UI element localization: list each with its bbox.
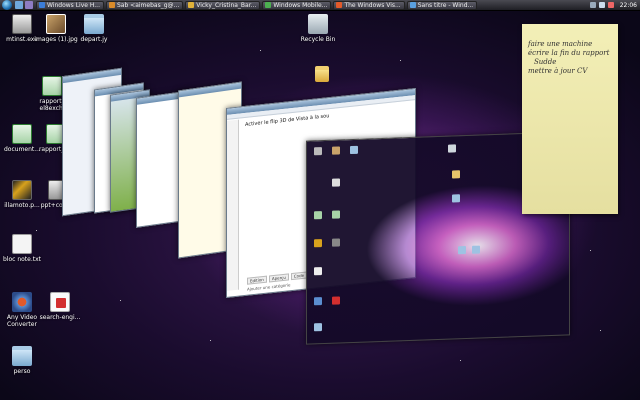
mini-desktop-icon (451, 194, 461, 203)
mini-desktop-icon (451, 170, 461, 179)
tab-code[interactable]: Code (290, 271, 308, 281)
sticky-note-line: Sudde (534, 58, 557, 66)
mini-desktop-icon (471, 245, 481, 254)
mini-desktop-icon (331, 296, 341, 305)
mini-desktop-icon (331, 210, 341, 219)
mini-desktop-icon (313, 239, 323, 248)
mini-desktop-icon (447, 144, 457, 153)
tab-edition[interactable]: Edition (247, 275, 267, 285)
sticky-note[interactable]: faire une machine écrire la fin du rappo… (522, 24, 618, 214)
mini-desktop-icon (457, 246, 467, 255)
mini-desktop-icon (313, 147, 323, 156)
mini-desktop-icon (313, 323, 323, 332)
mini-desktop-icon (349, 145, 359, 155)
sticky-note-line: écrire la fin du rapport (528, 49, 610, 57)
tab-preview[interactable]: Aperçu (268, 273, 289, 283)
sticky-note-line: mettre à jour CV (528, 67, 588, 75)
mini-desktop-icon (313, 267, 323, 276)
mini-desktop-icon (331, 238, 341, 247)
sidebar (227, 119, 239, 291)
mini-desktop-icon (313, 211, 323, 220)
mini-desktop-icon (331, 178, 341, 187)
mini-desktop-icon (313, 297, 323, 306)
sticky-note-line: faire une machine (528, 40, 593, 48)
mini-desktop-icon (331, 146, 341, 155)
